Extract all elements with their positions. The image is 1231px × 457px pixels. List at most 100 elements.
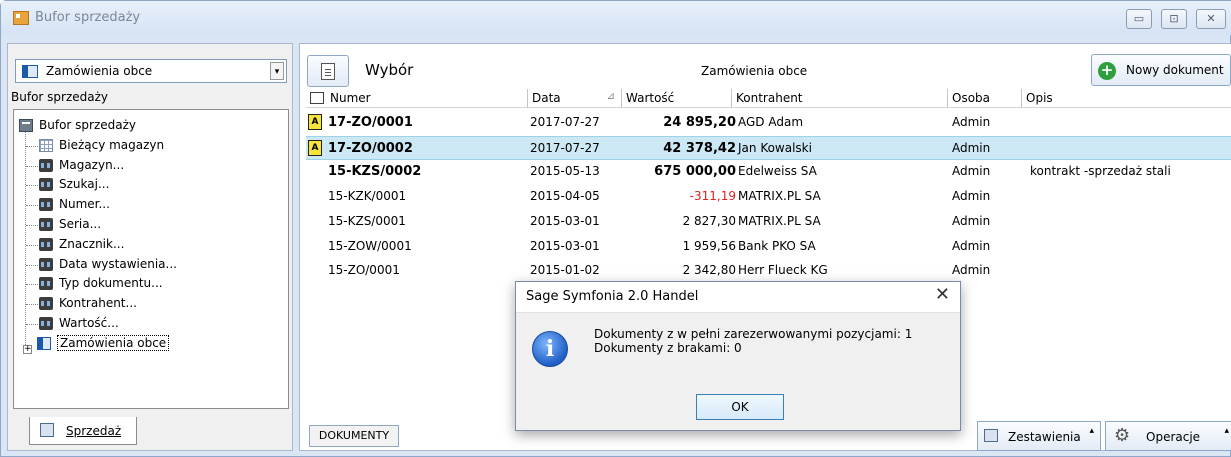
cell-data: 2015-03-01 [530, 213, 600, 228]
column-header-opis[interactable]: Opis [1022, 89, 1231, 108]
tree-connector [26, 165, 38, 167]
column-header-kontrahent[interactable]: Kontrahent [732, 89, 948, 108]
cell-wartosc: 675 000,00 [654, 164, 736, 180]
column-header-numer[interactable]: Numer [306, 89, 528, 108]
view-selector-combo[interactable]: Zamówienia obce ▾ [15, 59, 287, 83]
tree-guide-line [25, 127, 26, 345]
cell-data: 2015-03-01 [530, 238, 600, 253]
dialog-close-icon[interactable]: ✕ [935, 284, 950, 305]
tab-sprzedaz[interactable]: Sprzedaż [29, 417, 137, 445]
tree-item-label: Znacznik... [59, 236, 125, 251]
app-window: Bufor sprzedaży ▭ ⊡ ✕ Zamówienia obce ▾ … [0, 0, 1231, 457]
title-bar: Bufor sprzedaży ▭ ⊡ ✕ [1, 1, 1231, 35]
documents-tab-button[interactable]: DOKUMENTY [309, 425, 399, 447]
grid-icon [39, 138, 53, 152]
tree-item-label: Magazyn... [59, 157, 125, 172]
table-row[interactable]: 15-ZOW/0001 2015-03-01 1 959,56 Bank PKO SA… [306, 235, 1231, 259]
cell-kontrahent: Jan Kowalski [738, 140, 812, 155]
table-row[interactable]: 15-ZO/0001 2015-01-02 2 342,80 Herr Flueck … [306, 259, 1231, 283]
tree-item-label: Data wystawienia... [59, 256, 177, 271]
column-header-wartosc[interactable]: Wartość [622, 89, 732, 108]
cell-osoba: Admin [952, 189, 991, 204]
chevron-down-icon[interactable]: ▾ [270, 62, 284, 80]
tree-item-label: Wartość... [59, 316, 119, 330]
tree-item-label: Kontrahent... [59, 296, 137, 311]
binoculars-icon [39, 198, 53, 212]
table-row[interactable]: 15-KZK/0001 2015-04-05 -311,19 MATRIX.PL SA… [306, 185, 1231, 209]
maximize-button[interactable]: ⊡ [1161, 9, 1187, 29]
binoculars-icon [39, 178, 53, 192]
cell-wartosc: -311,19 [689, 189, 736, 204]
cell-wartosc: 24 895,20 [663, 115, 736, 130]
dialog-title: Sage Symfonia 2.0 Handel [526, 289, 699, 304]
cell-kontrahent: MATRIX.PL SA [738, 213, 821, 228]
buffer-bin-icon [19, 119, 33, 132]
table-row[interactable]: A 17-ZO/0001 2017-07-27 24 895,20 AGD Adam Ad… [306, 111, 1231, 135]
tree-connector [26, 244, 38, 246]
column-label: Numer [330, 91, 371, 105]
cell-numer: 17-ZO/0001 [328, 115, 413, 130]
report-icon [984, 429, 998, 442]
tree-connector [26, 264, 38, 266]
minimize-button[interactable]: ▭ [1126, 9, 1152, 29]
dialog-body: i Dokumenty z w pełni zarezerwowanymi po… [516, 312, 960, 386]
reports-label: Zestawienia [1008, 430, 1081, 444]
binoculars-icon [39, 257, 53, 271]
cell-opis: kontrakt -sprzedaż stali [1030, 164, 1171, 179]
cell-numer: 15-KZK/0001 [328, 189, 407, 204]
tree-item-label: Seria... [59, 217, 102, 231]
table-row[interactable]: 15-KZS/0002 2015-05-13 675 000,00 Edelweiss… [306, 160, 1231, 184]
cell-data: 2015-04-05 [530, 189, 600, 204]
reservation-lock-icon: A [308, 114, 322, 130]
selection-label: Wybór [365, 61, 414, 79]
cell-data: 2015-05-13 [530, 164, 600, 179]
tree-expander[interactable]: + [23, 345, 32, 354]
tree-item-label: Bieżący magazyn [59, 137, 165, 152]
cell-numer: 15-ZOW/0001 [328, 238, 412, 253]
tree-item-label: Zamówienia obce [57, 334, 170, 351]
plus-icon: + [1098, 62, 1116, 80]
cell-numer: 15-KZS/0001 [328, 213, 406, 228]
tree-connector [26, 145, 38, 147]
binoculars-icon [39, 218, 53, 231]
new-document-button[interactable]: + Nowy dokument [1091, 54, 1231, 86]
ok-button[interactable]: OK [696, 394, 784, 420]
buffer-app-icon [13, 11, 29, 25]
new-document-label: Nowy dokument [1126, 63, 1224, 77]
tree-caption: Bufor sprzedaży [11, 90, 109, 104]
operations-button[interactable]: ⚙ Operacje ▴ [1105, 421, 1231, 451]
page-icon [321, 63, 335, 80]
cell-numer: 17-ZO/0002 [328, 140, 413, 156]
document-folder-icon [22, 65, 38, 78]
table-row[interactable]: A 17-ZO/0002 2017-07-27 42 378,42 Jan Kowals… [306, 135, 1231, 160]
cell-wartosc: 2 827,30 [682, 213, 736, 228]
cell-osoba: Admin [952, 213, 991, 228]
reports-button[interactable]: Zestawienia ▴ [977, 421, 1101, 451]
cell-kontrahent: AGD Adam [738, 115, 804, 129]
dialog-footer: OK [516, 386, 960, 430]
cell-data: 2017-07-27 [530, 140, 600, 155]
close-button[interactable]: ✕ [1196, 9, 1226, 29]
operations-label: Operacje [1146, 430, 1201, 444]
list-title: Zamówienia obce [701, 64, 808, 78]
select-all-checkbox[interactable] [310, 92, 324, 104]
tree-connector [26, 205, 38, 207]
cell-data: 2015-01-02 [530, 263, 600, 278]
cell-wartosc: 42 378,42 [663, 140, 736, 156]
selection-button[interactable] [307, 55, 349, 87]
tab-label: Sprzedaż [66, 424, 122, 438]
message-dialog: Sage Symfonia 2.0 Handel ✕ i Dokumenty z… [515, 281, 961, 431]
binoculars-icon [39, 277, 53, 291]
sales-icon [40, 423, 54, 437]
column-header-osoba[interactable]: Osoba [948, 89, 1022, 108]
cell-osoba: Admin [952, 263, 991, 278]
binoculars-icon [39, 158, 53, 172]
column-header-data[interactable]: Data ⊿ [528, 89, 622, 108]
table-row[interactable]: 15-KZS/0001 2015-03-01 2 827,30 MATRIX.PL S… [306, 210, 1231, 234]
dialog-message-line: Dokumenty z brakami: 0 [594, 341, 742, 355]
tree-item-label: Numer... [59, 197, 110, 212]
tree-connector [26, 304, 38, 306]
window-title: Bufor sprzedaży [35, 10, 141, 25]
cell-wartosc: 1 959,56 [682, 238, 736, 253]
tree-connector [26, 284, 38, 286]
